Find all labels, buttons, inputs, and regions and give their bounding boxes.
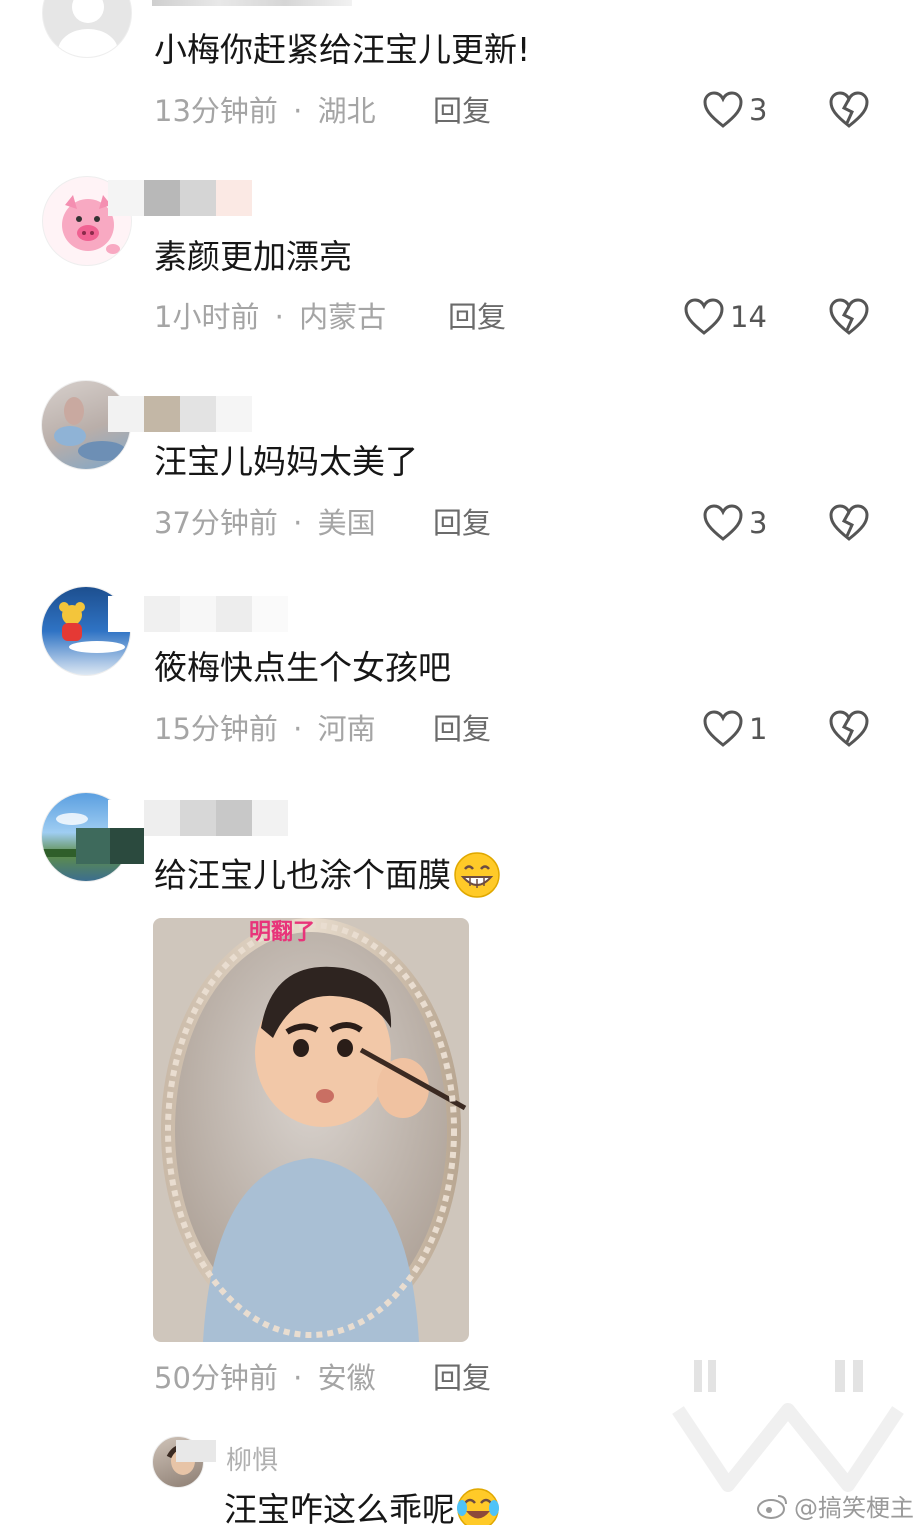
comment-text: 汪宝儿妈妈太美了 [154,442,418,481]
like-count: 14 [730,300,767,334]
comment-meta: 13分钟前 · 湖北 [154,93,376,129]
comment-time: 13分钟前 [154,94,278,128]
dislike-button[interactable] [829,91,869,129]
comment-text: 小梅你赶紧给汪宝儿更新! [154,30,531,69]
heart-icon [703,710,743,747]
like-button[interactable] [686,1358,726,1398]
reply-button[interactable]: 回复 [448,299,506,335]
reply-button[interactable]: 回复 [433,505,491,541]
separator: · [293,712,303,746]
username-blurred[interactable] [108,596,288,632]
laughing-tears-emoji [457,1487,499,1525]
comment-text: 素颜更加漂亮 [154,237,352,276]
comment-time: 37分钟前 [154,506,278,540]
like-count: 1 [749,712,768,746]
separator: · [274,300,284,334]
comment-meta: 37分钟前 · 美国 [154,505,376,541]
heart-icon [703,504,743,541]
heart-icon [694,1360,716,1392]
sub-comment-text-content: 汪宝咋这么乖呢 [224,1490,455,1525]
broken-heart-icon [829,91,869,128]
dislike-button[interactable] [829,710,869,748]
comment-list: 小梅你赶紧给汪宝儿更新! 13分钟前 · 湖北 回复 3 素颜更加漂亮 1小时前… [0,0,918,1525]
separator: · [293,94,303,128]
broken-heart-icon [829,710,869,747]
username-blurred[interactable] [108,396,252,432]
heart-icon [684,298,724,335]
weibo-logo-icon [757,1494,787,1519]
reply-button[interactable]: 回复 [433,93,491,129]
like-count: 3 [749,506,768,540]
image-caption: 明翻了 [249,920,316,945]
comment-meta: 1小时前 · 内蒙古 [154,299,386,335]
watermark: @搞笑梗主 [756,1488,914,1523]
avatar-blurred [76,828,144,864]
like-button[interactable]: 1 [703,710,767,748]
comment-text: 筱梅快点生个女孩吧 [154,648,451,687]
username-blurred[interactable] [108,180,252,216]
broken-heart-icon [829,298,869,335]
heart-icon [703,91,743,128]
reply-button[interactable]: 回复 [433,711,491,747]
comment-time: 15分钟前 [154,712,278,746]
default-avatar-icon [58,0,118,57]
dislike-button[interactable] [829,504,869,542]
comment-text-content: 给汪宝儿也涂个面膜 [154,855,451,895]
comment-location: 美国 [317,506,376,540]
username-blurred[interactable] [152,0,352,6]
reply-button[interactable]: 回复 [433,1360,491,1396]
separator: · [293,1361,303,1395]
broken-heart-icon [835,1360,863,1392]
like-button[interactable]: 3 [703,91,767,129]
comment-location: 安徽 [317,1361,376,1395]
avatar[interactable] [42,0,132,58]
sub-comment-text: 汪宝咋这么乖呢 [224,1487,501,1525]
separator: · [293,506,303,540]
dislike-button[interactable] [831,1358,871,1398]
watermark-text: @搞笑梗主 [794,1494,914,1522]
comment-location: 内蒙古 [299,300,387,334]
comment-meta: 15分钟前 · 河南 [154,711,376,747]
username-blurred [176,1440,216,1462]
comment-time: 50分钟前 [154,1361,278,1395]
comment-location: 河南 [317,712,376,746]
comment-location: 湖北 [317,94,376,128]
dislike-button[interactable] [829,298,869,336]
baby-mirror-photo [153,918,469,1342]
comment-image[interactable]: 明翻了 [153,918,469,1342]
sub-comment-username[interactable]: 柳惧 [226,1443,278,1479]
comment-time: 1小时前 [154,300,260,334]
like-button[interactable]: 3 [703,504,767,542]
like-button[interactable]: 14 [684,298,767,336]
comment-text: 给汪宝儿也涂个面膜 [154,852,501,899]
broken-heart-icon [829,504,869,541]
comment-meta: 50分钟前 · 安徽 [154,1360,376,1396]
grinning-face-emoji [454,852,500,898]
like-count: 3 [749,93,768,127]
